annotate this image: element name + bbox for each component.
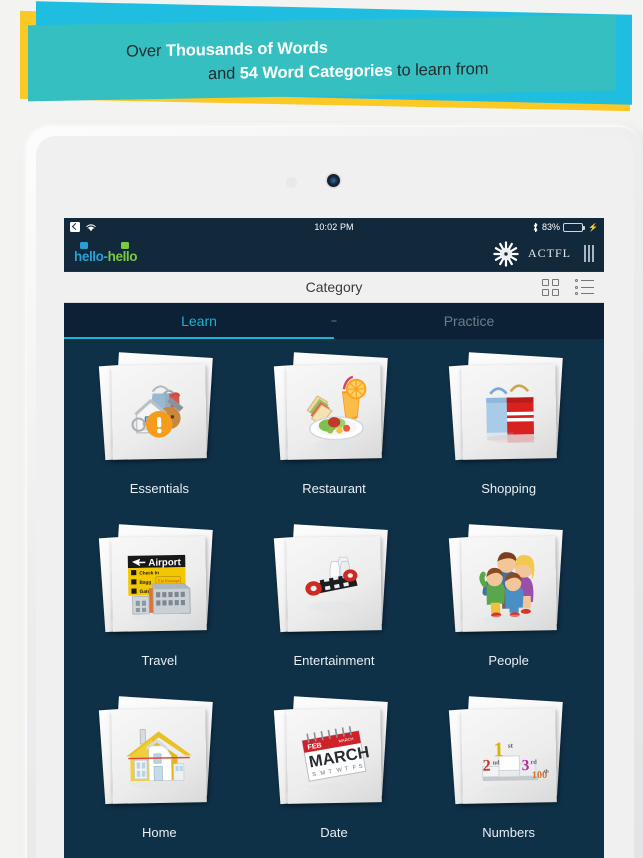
family-group-icon — [461, 536, 557, 632]
app-logo[interactable]: hello-hello — [74, 242, 138, 264]
tab-learn[interactable]: Learn — [64, 303, 334, 339]
banner-line1-bold: Thousands of Words — [165, 38, 328, 60]
svg-text:3: 3 — [521, 757, 529, 774]
svg-text:2: 2 — [482, 756, 491, 775]
view-toggle-group — [542, 278, 594, 296]
category-label: Essentials — [129, 481, 189, 496]
logo-word-2: hello — [107, 249, 138, 264]
card-stack — [448, 524, 568, 643]
category-label: Shopping — [481, 481, 537, 496]
category-label: Numbers — [482, 825, 536, 840]
card-stack: FEB MARCH MARCH SMT WTF S — [273, 696, 393, 815]
speech-bubble-blue-icon — [80, 242, 88, 249]
card-stack — [448, 352, 568, 471]
film-reel-icon — [286, 536, 382, 632]
category-label: Date — [320, 825, 348, 840]
card-stack: 1 st 2 nd 3 rd 100 th — [448, 696, 568, 815]
status-bar-clock: 10:02 PM — [314, 222, 354, 232]
status-bar: 10:02 PM 83% ⚡ — [64, 218, 604, 236]
tab-separator-dash — [331, 320, 337, 322]
card-stack — [273, 524, 393, 643]
battery-icon — [563, 222, 586, 232]
category-card-entertainment[interactable]: Entertainment — [247, 523, 422, 695]
tablet-frame: 10:02 PM 83% ⚡ hello-hello ACTFL Categor… — [27, 127, 643, 858]
app-logo-text: hello-hello — [74, 249, 138, 264]
category-card-numbers[interactable]: 1 st 2 nd 3 rd 100 th Numbers — [421, 695, 596, 858]
category-grid: Essentials Restaurant Shopping Airport C… — [64, 339, 604, 858]
three-bars-icon[interactable] — [580, 245, 594, 262]
category-label: Restaurant — [302, 481, 366, 496]
banner-line2-bold: 54 Word Categories — [239, 61, 393, 83]
tablet-bezel: 10:02 PM 83% ⚡ hello-hello ACTFL Categor… — [36, 136, 634, 858]
svg-text:st: st — [507, 742, 513, 750]
category-label: Home — [141, 825, 177, 840]
category-card-people[interactable]: People — [421, 523, 596, 695]
page-title: Category — [305, 279, 363, 295]
svg-text:nd: nd — [492, 760, 500, 766]
partner-label: ACTFL — [527, 246, 571, 260]
card-stack: Airport Check In Bagg Gate Ein Konzept — [99, 524, 218, 643]
starburst-rosette-icon — [493, 240, 519, 267]
restaurant-meal-icon — [286, 364, 382, 460]
banner-text-block: Over Thousands of Words and 54 Word Cate… — [28, 17, 616, 104]
sensor-dot — [286, 177, 297, 188]
category-card-restaurant[interactable]: Restaurant — [247, 351, 422, 523]
svg-text:Check In: Check In — [140, 570, 160, 575]
svg-text:Ein Konzept: Ein Konzept — [158, 578, 180, 583]
nav-bar-right: ACTFL — [493, 240, 594, 267]
tab-learn-label: Learn — [181, 313, 217, 329]
screenshot-root: Over Thousands of Words and 54 Word Cate… — [0, 0, 643, 858]
svg-text:1: 1 — [493, 739, 504, 761]
shopping-bags-icon — [461, 364, 557, 460]
device-screen: 10:02 PM 83% ⚡ hello-hello ACTFL Categor… — [64, 218, 604, 858]
banner-line2-suffix: to learn from — [392, 59, 489, 80]
learn-practice-tabs: Learn Practice — [64, 303, 604, 339]
podium-ranks-icon: 1 st 2 nd 3 rd 100 th — [461, 708, 557, 804]
list-view-icon[interactable] — [575, 279, 594, 295]
app-navigation-bar: hello-hello ACTFL — [64, 236, 604, 272]
card-stack — [99, 352, 218, 471]
grid-view-icon[interactable] — [542, 278, 559, 296]
category-card-home[interactable]: Home — [72, 695, 247, 858]
banner-line2-prefix: and — [208, 64, 240, 84]
category-card-essentials[interactable]: Essentials — [72, 351, 247, 523]
house-icon — [112, 708, 208, 804]
category-card-travel[interactable]: Airport Check In Bagg Gate Ein Konzept T… — [72, 523, 247, 695]
tab-practice[interactable]: Practice — [334, 303, 604, 339]
card-stack — [99, 696, 218, 815]
category-label: Travel — [141, 653, 178, 668]
logo-word-1: hello — [74, 249, 104, 264]
page-title-bar: Category — [64, 272, 604, 303]
airport-sign-icon: Airport Check In Bagg Gate Ein Konzept — [112, 536, 208, 632]
front-camera-icon — [327, 174, 340, 187]
calendar-march-icon: FEB MARCH MARCH SMT WTF S — [286, 708, 382, 804]
svg-text:rd: rd — [530, 760, 537, 766]
promo-banner: Over Thousands of Words and 54 Word Cate… — [0, 0, 643, 115]
svg-text:Airport: Airport — [149, 557, 182, 569]
svg-text:Bagg: Bagg — [140, 580, 152, 585]
svg-text:th: th — [544, 769, 549, 775]
category-card-shopping[interactable]: Shopping — [421, 351, 596, 523]
category-label: Entertainment — [293, 653, 375, 668]
category-label: People — [488, 653, 529, 668]
essentials-collage-icon — [112, 364, 208, 460]
tab-practice-label: Practice — [443, 313, 495, 329]
banner-line1-prefix: Over — [126, 41, 166, 61]
category-card-date[interactable]: FEB MARCH MARCH SMT WTF S Date — [247, 695, 422, 858]
card-stack — [273, 352, 393, 471]
speech-bubble-green-icon — [121, 242, 129, 249]
